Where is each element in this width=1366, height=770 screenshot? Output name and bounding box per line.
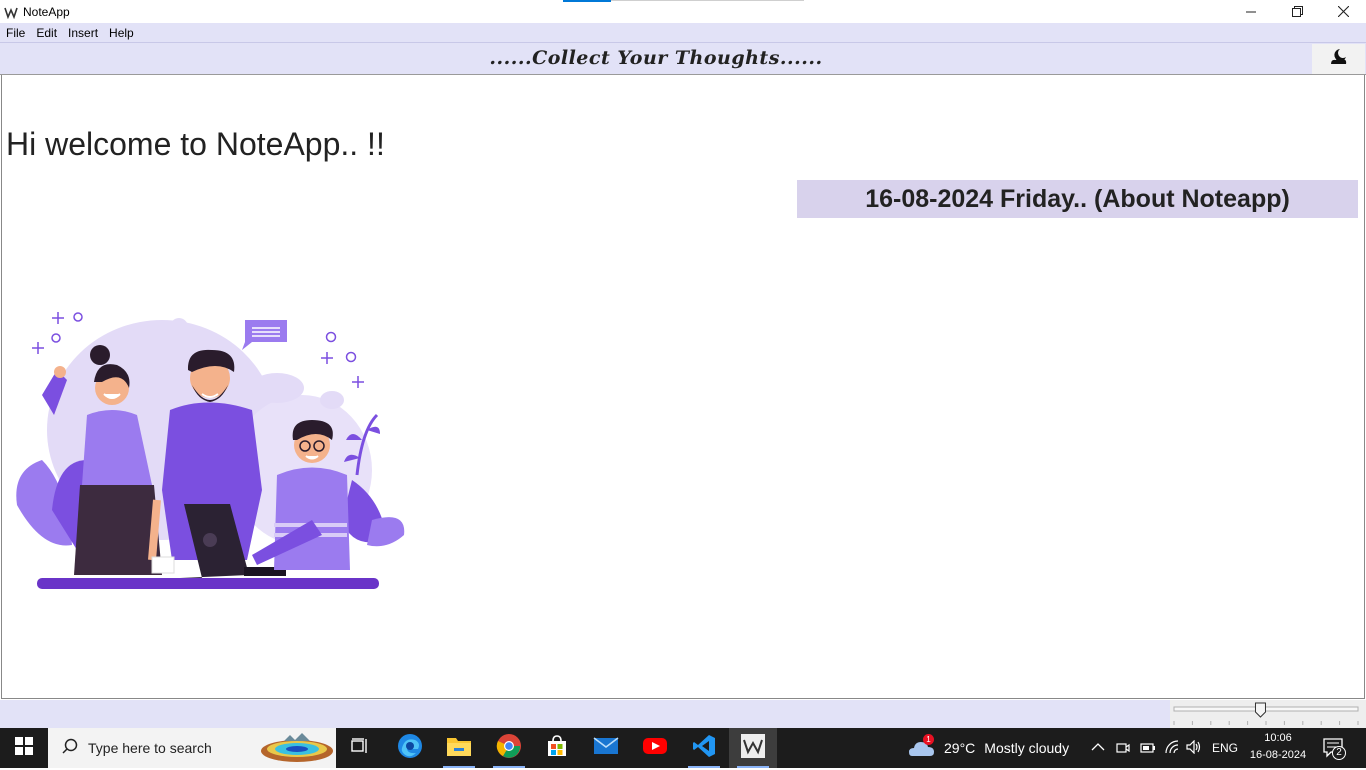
menu-edit[interactable]: Edit [31,26,62,40]
taskbar-noteapp[interactable] [729,728,777,768]
edge-icon [397,733,423,764]
taskbar-edge[interactable] [386,728,434,768]
taskbar-vscode[interactable] [680,728,728,768]
search-highlight-image-icon [260,731,334,770]
menu-file[interactable]: File [1,26,30,40]
restore-button[interactable] [1274,0,1320,23]
notification-center-icon[interactable]: 2 [1323,738,1347,765]
menu-help[interactable]: Help [104,26,139,40]
taskbar-store[interactable] [533,728,581,768]
cloudy-weather-icon: 1 [908,734,936,760]
title-accent [563,0,611,2]
slider-thumb[interactable] [1254,702,1266,718]
weather-badge: 1 [923,734,934,745]
taskbar: Type here to search 1 29°C Mostly cloudy… [0,728,1366,768]
theme-toggle-button[interactable] [1312,44,1365,74]
weather-condition: Mostly cloudy [984,740,1070,756]
title-bar: NoteApp [0,0,1366,23]
menu-bar: File Edit Insert Help [0,23,1366,43]
banner-slogan: ......Collect Your Thoughts...... [489,47,823,69]
taskbar-file-explorer[interactable] [435,728,483,768]
battery-icon[interactable] [1140,741,1156,759]
date-about-label: 16-08-2024 Friday.. (About Noteapp) [865,184,1290,213]
window-controls [1228,0,1366,23]
start-button[interactable] [0,728,48,768]
wifi-icon[interactable] [1164,740,1180,759]
volume-icon[interactable] [1186,739,1202,759]
team-illustration [12,310,412,590]
menu-insert[interactable]: Insert [63,26,103,40]
file-explorer-icon [446,735,472,762]
minimize-button[interactable] [1228,0,1274,23]
search-placeholder: Type here to search [88,740,212,756]
noteapp-logo-icon [3,4,19,20]
taskbar-clock[interactable]: 10:06 16-08-2024 [1240,730,1316,764]
weather-temp: 29°C [944,740,976,756]
task-view-icon [351,737,369,759]
taskbar-mail[interactable] [582,728,630,768]
banner: ......Collect Your Thoughts...... [0,43,1366,75]
clock-time: 10:06 [1264,732,1292,744]
meet-now-icon[interactable] [1116,740,1130,761]
chevron-up-icon[interactable] [1091,740,1105,759]
language-indicator[interactable]: ENG [1212,741,1238,755]
task-view-button[interactable] [336,728,384,768]
title-accent-line [611,0,804,1]
weather-widget[interactable]: 1 29°C Mostly cloudy [908,728,1069,768]
zoom-slider[interactable] [1170,700,1366,728]
window-title: NoteApp [23,4,70,19]
windows-icon [15,736,33,760]
taskbar-chrome[interactable] [485,728,533,768]
mail-icon [593,736,619,761]
store-icon [545,734,569,763]
noteapp-icon [741,733,765,763]
taskbar-search-box[interactable]: Type here to search [48,728,336,768]
main-content: Hi welcome to NoteApp.. !! 16-08-2024 Fr… [1,75,1365,699]
close-button[interactable] [1320,0,1366,23]
search-icon [62,738,78,759]
status-bar [0,700,1366,728]
taskbar-youtube[interactable] [631,728,679,768]
vscode-icon [692,734,716,763]
moon-cloud-icon [1328,47,1350,72]
welcome-text: Hi welcome to NoteApp.. !! [6,126,385,162]
chrome-icon [496,733,522,764]
youtube-icon [642,736,668,761]
clock-date: 16-08-2024 [1249,749,1307,761]
notification-count-badge: 2 [1332,746,1346,760]
date-about-link[interactable]: 16-08-2024 Friday.. (About Noteapp) [797,180,1358,218]
